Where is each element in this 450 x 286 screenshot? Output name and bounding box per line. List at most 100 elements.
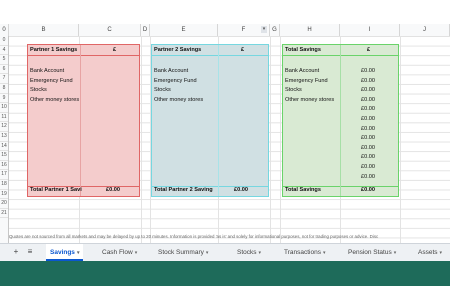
total-value[interactable]: £0.00 bbox=[234, 186, 248, 195]
tab-savings[interactable]: Savings ▾ bbox=[46, 244, 84, 261]
tab-stock-summary[interactable]: Stock Summary ▾ bbox=[158, 244, 208, 261]
cell-value[interactable]: £0.00 bbox=[361, 144, 375, 153]
row-header-bar: 0 4 5 6 7 8 9 10 11 12 13 14 15 16 17 18… bbox=[0, 36, 9, 243]
menu-icon[interactable]: ≡ bbox=[25, 247, 35, 257]
row-header[interactable]: 14 bbox=[0, 142, 8, 152]
row-label[interactable]: Emergency Fund bbox=[30, 77, 73, 86]
table-header: Partner 2 Savings bbox=[154, 47, 202, 53]
grid-line bbox=[400, 36, 401, 243]
table-header: Partner 1 Savings bbox=[30, 47, 78, 53]
row-label[interactable]: Emergency Fund bbox=[285, 77, 328, 86]
chevron-down-icon[interactable]: ▾ bbox=[440, 250, 443, 256]
row-label[interactable]: Stocks bbox=[30, 86, 47, 95]
column-header[interactable]: 0 bbox=[0, 24, 9, 36]
row-header[interactable]: 11 bbox=[0, 113, 8, 123]
row-label[interactable]: Bank Account bbox=[30, 67, 64, 76]
cell-value[interactable]: £0.00 bbox=[361, 163, 375, 172]
chevron-down-icon[interactable]: ▾ bbox=[77, 250, 80, 256]
currency-header: £ bbox=[367, 47, 371, 53]
table-divider bbox=[80, 45, 81, 196]
column-header[interactable]: H bbox=[280, 24, 340, 36]
partner-2-savings-table[interactable]: Partner 2 Savings £ Bank Account Emergen… bbox=[151, 44, 269, 197]
currency-header: £ bbox=[113, 47, 117, 53]
spreadsheet-area: 0 B C D E F ▾ G H I J 0 4 5 6 7 8 9 10 1… bbox=[0, 0, 450, 243]
tab-assets[interactable]: Assets ▾ bbox=[418, 244, 442, 261]
column-header[interactable]: B bbox=[9, 24, 79, 36]
chevron-down-icon[interactable]: ▾ bbox=[206, 250, 209, 256]
chevron-down-icon[interactable]: ▾ bbox=[135, 250, 138, 256]
chevron-down-icon[interactable]: ▾ bbox=[323, 250, 326, 256]
total-label[interactable]: Total Savings bbox=[285, 186, 341, 195]
row-header[interactable]: 18 bbox=[0, 180, 8, 190]
row-header[interactable]: 15 bbox=[0, 151, 8, 161]
total-label[interactable]: Total Partner 1 Savi bbox=[30, 186, 92, 195]
tab-pension-status[interactable]: Pension Status ▾ bbox=[348, 244, 396, 261]
row-label[interactable]: Other money stores bbox=[30, 96, 79, 105]
tab-label: Assets bbox=[418, 249, 438, 256]
row-header[interactable]: 9 bbox=[0, 94, 8, 104]
partner-1-savings-table[interactable]: Partner 1 Savings £ Bank Account Emergen… bbox=[27, 44, 140, 197]
row-header[interactable]: 8 bbox=[0, 84, 8, 94]
row-header[interactable]: 7 bbox=[0, 74, 8, 84]
column-header[interactable]: J bbox=[400, 24, 450, 36]
row-label[interactable]: Emergency Fund bbox=[154, 77, 197, 86]
cell-value[interactable]: £0.00 bbox=[361, 153, 375, 162]
cell-value[interactable]: £0.00 bbox=[361, 67, 375, 76]
row-label[interactable]: Bank Account bbox=[154, 67, 188, 76]
cell-value[interactable]: £0.00 bbox=[361, 105, 375, 114]
plus-icon[interactable]: + bbox=[11, 247, 21, 257]
currency-header: £ bbox=[241, 47, 245, 53]
row-header[interactable]: 5 bbox=[0, 55, 8, 65]
row-label[interactable]: Other money stores bbox=[154, 96, 203, 105]
row-header[interactable]: 21 bbox=[0, 209, 8, 219]
total-savings-table[interactable]: Total Savings £ Bank Account Emergency F… bbox=[282, 44, 399, 197]
grid-line bbox=[141, 36, 142, 243]
chevron-down-icon[interactable]: ▾ bbox=[394, 250, 397, 256]
row-label[interactable]: Stocks bbox=[154, 86, 171, 95]
cell-value[interactable]: £0.00 bbox=[361, 173, 375, 182]
row-header[interactable]: 6 bbox=[0, 65, 8, 75]
row-label[interactable]: Stocks bbox=[285, 86, 302, 95]
column-header[interactable]: C bbox=[79, 24, 141, 36]
column-header[interactable]: I bbox=[340, 24, 400, 36]
cell-value[interactable]: £0.00 bbox=[361, 115, 375, 124]
total-value[interactable]: £0.00 bbox=[106, 186, 120, 195]
tab-stocks[interactable]: Stocks ▾ bbox=[237, 244, 261, 261]
row-header[interactable]: 17 bbox=[0, 170, 8, 180]
table-divider bbox=[340, 45, 341, 196]
row-header[interactable]: 16 bbox=[0, 161, 8, 171]
cell-value[interactable]: £0.00 bbox=[361, 86, 375, 95]
tab-label: Stocks bbox=[237, 249, 257, 256]
column-header[interactable]: E bbox=[150, 24, 218, 36]
total-value[interactable]: £0.00 bbox=[361, 186, 375, 195]
table-divider bbox=[152, 55, 268, 56]
row-header[interactable]: 12 bbox=[0, 122, 8, 132]
grid-line bbox=[280, 36, 281, 243]
row-label[interactable]: Bank Account bbox=[285, 67, 319, 76]
filter-icon[interactable]: ▾ bbox=[261, 26, 267, 33]
grid-line bbox=[270, 36, 271, 243]
table-header: Total Savings bbox=[285, 47, 321, 53]
tab-label: Pension Status bbox=[348, 249, 392, 256]
row-header[interactable]: 4 bbox=[0, 46, 8, 56]
column-header[interactable]: D bbox=[141, 24, 150, 36]
row-header[interactable]: 19 bbox=[0, 190, 8, 200]
data-disclaimer: Quotes are not sourced from all markets … bbox=[9, 234, 379, 239]
row-header[interactable]: 13 bbox=[0, 132, 8, 142]
row-label[interactable]: Other money stores bbox=[285, 96, 334, 105]
cell-value[interactable]: £0.00 bbox=[361, 134, 375, 143]
tab-label: Cash Flow bbox=[102, 249, 133, 256]
column-header[interactable]: G bbox=[270, 24, 280, 36]
tab-transactions[interactable]: Transactions ▾ bbox=[284, 244, 325, 261]
total-label[interactable]: Total Partner 2 Saving bbox=[154, 186, 218, 195]
row-header[interactable]: 10 bbox=[0, 103, 8, 113]
sheet-tab-bar: + ≡ Savings ▾ Cash Flow ▾ Stock Summary ▾ S… bbox=[0, 243, 450, 261]
cell-value[interactable]: £0.00 bbox=[361, 96, 375, 105]
chevron-down-icon[interactable]: ▾ bbox=[259, 250, 262, 256]
cell-value[interactable]: £0.00 bbox=[361, 77, 375, 86]
tab-label: Stock Summary bbox=[158, 249, 204, 256]
row-header[interactable]: 0 bbox=[0, 36, 8, 46]
tab-cash-flow[interactable]: Cash Flow ▾ bbox=[102, 244, 137, 261]
row-header[interactable]: 20 bbox=[0, 199, 8, 209]
cell-value[interactable]: £0.00 bbox=[361, 125, 375, 134]
